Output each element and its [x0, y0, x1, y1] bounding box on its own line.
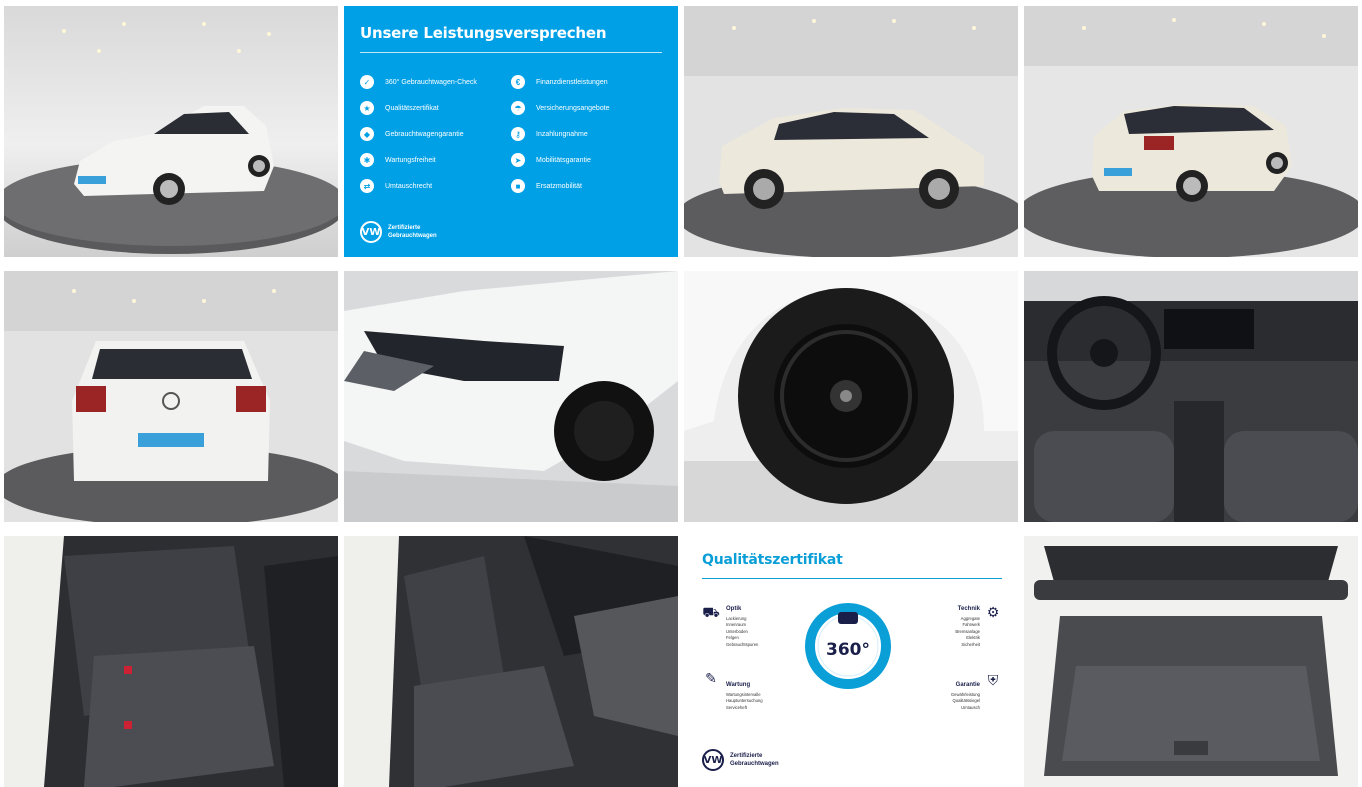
- promise-item: ★ Qualitätszertifikat: [360, 95, 511, 121]
- divider: [360, 52, 662, 53]
- car-photo: [4, 6, 338, 257]
- promise-item: ◆ Gebrauchtwagengarantie: [360, 121, 511, 147]
- umbrella-icon: ☂: [511, 101, 525, 115]
- check-icon: ✓: [360, 75, 374, 89]
- certificate-title: Qualitätszertifikat: [702, 552, 843, 568]
- check-seal: 360°: [804, 602, 892, 690]
- certificate-icon: ★: [360, 101, 374, 115]
- brand-mark: VW Zertifizierte Gebrauchtwagen: [702, 749, 779, 771]
- car-photo: [684, 6, 1018, 257]
- promise-title: Unsere Leistungsversprechen: [360, 24, 607, 42]
- promise-item: ⇄ Umtauschrecht: [360, 173, 511, 199]
- wrench-icon: ✎: [705, 670, 717, 686]
- car-photo: [4, 536, 338, 787]
- promise-right-column: € Finanzdienstleistungen ☂ Versicherungsan…: [511, 69, 662, 199]
- seal-number: 360°: [826, 640, 870, 660]
- photo-dashboard[interactable]: [1024, 271, 1358, 522]
- brand-line: Gebrauchtwagen: [730, 761, 779, 767]
- promise-panel[interactable]: Unsere Leistungsversprechen ✓ 360° Gebrau…: [344, 6, 678, 257]
- shield-icon: ◆: [360, 127, 374, 141]
- promise-item: ☂ Versicherungsangebote: [511, 95, 662, 121]
- divider: [702, 578, 1002, 579]
- brand-mark: VW Zertifizierte Gebrauchtwagen: [360, 221, 437, 243]
- wrench-icon: ✱: [360, 153, 374, 167]
- promise-item: ➤ Mobilitätsgarantie: [511, 147, 662, 173]
- car-photo: [4, 271, 338, 522]
- promise-item: € Finanzdienstleistungen: [511, 69, 662, 95]
- promise-left-column: ✓ 360° Gebrauchtwagen-Check ★ Qualitätszer…: [360, 69, 511, 199]
- photo-rear-showroom[interactable]: [4, 271, 338, 522]
- photo-gallery: Unsere Leistungsversprechen ✓ 360° Gebrau…: [4, 6, 1358, 787]
- photo-side-showroom[interactable]: [684, 6, 1018, 257]
- car-front-icon: [838, 612, 858, 624]
- vw-logo-icon: VW: [702, 749, 724, 771]
- car-icon: ■: [511, 179, 525, 193]
- photo-rear-right-showroom[interactable]: [1024, 6, 1358, 257]
- car-photo: [344, 536, 678, 787]
- photo-headlight-closeup[interactable]: [344, 271, 678, 522]
- technik-section: Technik Aggregate Fahrwerk Bremsanlage E…: [955, 606, 980, 647]
- technik-icon: ⚙: [986, 604, 1000, 620]
- certificate-panel[interactable]: Qualitätszertifikat ⛟ Optik Lackierung I…: [684, 536, 1018, 787]
- wartung-section: Wartung Wartungsintervalle Hauptuntersuc…: [726, 682, 763, 710]
- promise-item: ✱ Wartungsfreiheit: [360, 147, 511, 173]
- photo-front-seats[interactable]: [344, 536, 678, 787]
- photo-wheel-closeup[interactable]: [684, 271, 1018, 522]
- brand-line: Gebrauchtwagen: [388, 233, 437, 239]
- car-photo: [684, 271, 1018, 522]
- garantie-section: Garantie Gewährleistung Qualitätssiegel …: [950, 682, 980, 710]
- car-icon: ⛟: [702, 604, 720, 620]
- brand-line: Zertifizierte: [730, 753, 763, 759]
- mobility-icon: ➤: [511, 153, 525, 167]
- photo-front-left-showroom[interactable]: [4, 6, 338, 257]
- finance-icon: €: [511, 75, 525, 89]
- promise-item: ■ Ersatzmobilität: [511, 173, 662, 199]
- promise-item: ⚷ Inzahlungnahme: [511, 121, 662, 147]
- optik-section: Optik Lackierung Innenraum Unterboden Fe…: [726, 606, 759, 647]
- exchange-icon: ⇄: [360, 179, 374, 193]
- car-photo: [1024, 536, 1358, 787]
- brand-line: Zertifizierte: [388, 225, 421, 231]
- car-photo: [1024, 271, 1358, 522]
- shield-check-icon: ⛨: [987, 672, 999, 688]
- vw-logo-icon: VW: [360, 221, 382, 243]
- car-photo: [1024, 6, 1358, 257]
- car-photo: [344, 271, 678, 522]
- car-key-icon: ⚷: [511, 127, 525, 141]
- photo-rear-seats[interactable]: [4, 536, 338, 787]
- promise-item: ✓ 360° Gebrauchtwagen-Check: [360, 69, 511, 95]
- photo-trunk[interactable]: [1024, 536, 1358, 787]
